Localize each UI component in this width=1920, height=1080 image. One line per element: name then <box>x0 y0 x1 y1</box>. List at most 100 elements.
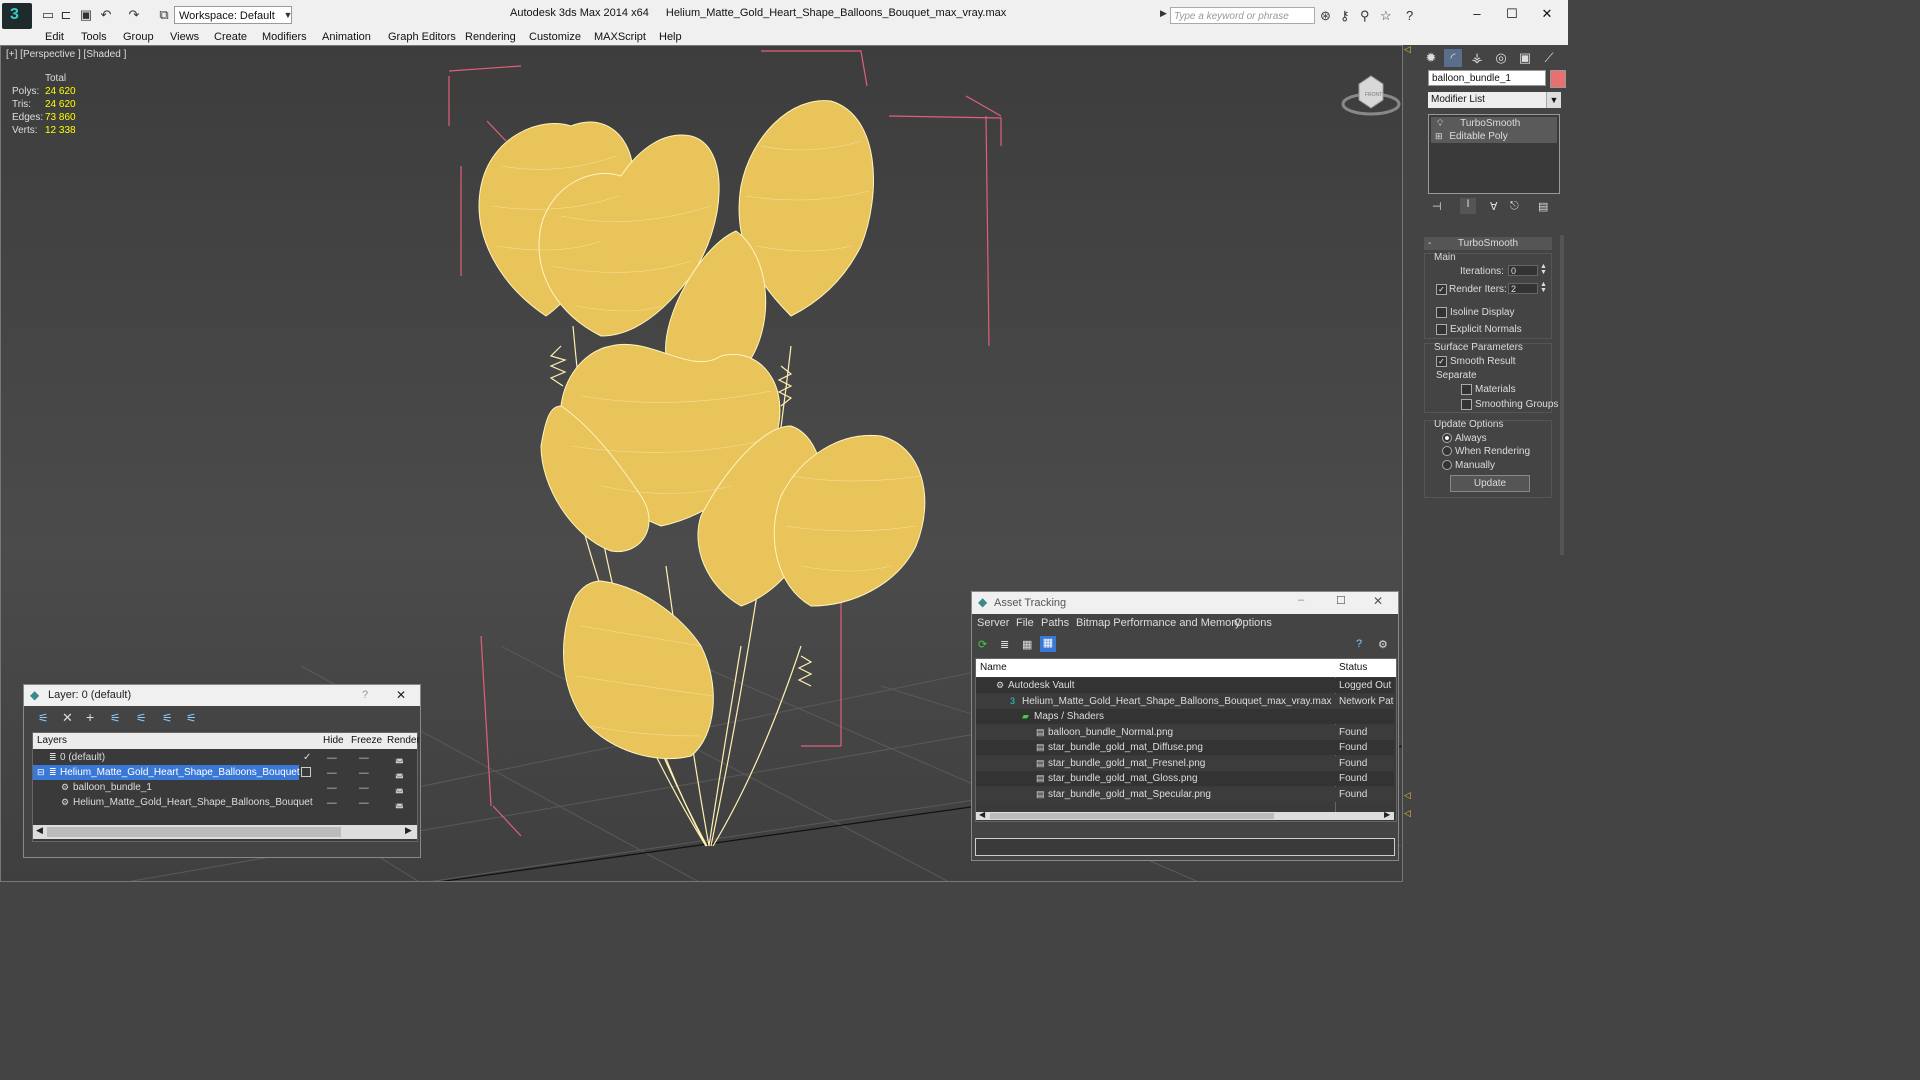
make-unique-icon[interactable]: ∀ <box>1490 200 1498 213</box>
help-icon[interactable]: ? <box>1406 8 1413 23</box>
viewport-label[interactable]: [+] [Perspective ] [Shaded ] <box>6 49 126 60</box>
menu-options[interactable]: Options <box>1234 617 1272 629</box>
hierarchy-tab-icon[interactable]: ⚶ <box>1468 49 1486 67</box>
spinner-arrows-icon[interactable]: ▲ ▼ <box>1540 263 1547 276</box>
isoline-display-checkbox[interactable] <box>1436 307 1447 318</box>
render-teapot-icon[interactable]: ◛ ◛ ◛ ◛ <box>395 751 404 811</box>
configure-sets-icon[interactable]: ▤ <box>1538 200 1548 213</box>
menu-file[interactable]: File <box>1016 617 1034 629</box>
layer-dialog-titlebar[interactable]: ◆ Layer: 0 (default) ? ✕ <box>24 685 420 706</box>
details-view-icon[interactable]: ▦ <box>1022 638 1032 651</box>
save-file-icon[interactable]: ▣ <box>78 7 94 23</box>
hide-toggles[interactable]: ━━ ━━ ━━ ━━ <box>327 751 337 811</box>
show-end-result-icon[interactable]: I <box>1460 198 1476 214</box>
add-to-layer-icon[interactable]: + <box>86 709 94 725</box>
asset-row[interactable]: ▤ star_bundle_gold_mat_Diffuse.png Found <box>976 740 1394 755</box>
freeze-all-icon[interactable]: ⚟ <box>186 711 197 725</box>
menu-help[interactable]: Help <box>659 30 682 44</box>
menu-animation[interactable]: Animation <box>322 30 371 44</box>
menu-modifiers[interactable]: Modifiers <box>262 30 307 44</box>
expand-plus-icon[interactable]: ⊞ <box>1435 131 1443 141</box>
close-button[interactable]: ✕ <box>1530 4 1564 24</box>
asset-row[interactable]: ▤ star_bundle_gold_mat_Specular.png Foun… <box>976 787 1394 802</box>
layer-row[interactable]: ⊟ ≣ Helium_Matte_Gold_Heart_Shape_Balloo… <box>33 765 300 780</box>
scroll-right-icon[interactable]: ▶ <box>405 825 412 836</box>
menu-rendering[interactable]: Rendering <box>465 30 516 44</box>
turbosmooth-rollout-header[interactable]: - TurboSmooth <box>1424 237 1552 250</box>
collapse-icon[interactable]: - <box>1428 237 1431 250</box>
open-file-icon[interactable]: ⊏ <box>58 7 74 23</box>
help-button[interactable]: ? <box>362 689 368 701</box>
update-button[interactable]: Update <box>1450 475 1530 492</box>
panel-scrollbar[interactable] <box>1560 235 1564 555</box>
user-icon[interactable]: ⚲ <box>1360 8 1370 24</box>
always-radio[interactable] <box>1442 433 1452 443</box>
settings-icon[interactable]: ⚙ <box>1378 638 1388 651</box>
select-objects-icon[interactable]: ⚟ <box>110 711 121 725</box>
menu-views[interactable]: Views <box>170 30 199 44</box>
asset-path-field[interactable] <box>975 838 1395 856</box>
stack-item-editable-poly[interactable]: ⊞ Editable Poly <box>1431 130 1557 143</box>
lightbulb-icon[interactable]: 💡︎ <box>1437 118 1443 128</box>
chevron-down-icon[interactable]: ▼ <box>1546 92 1561 108</box>
menu-edit[interactable]: Edit <box>45 30 64 44</box>
asset-row[interactable]: ▤ star_bundle_gold_mat_Gloss.png Found <box>976 771 1394 786</box>
modify-tab-icon[interactable]: ◜ <box>1444 49 1462 67</box>
render-iters-checkbox[interactable]: ✓ <box>1436 284 1447 295</box>
smooth-result-checkbox[interactable]: ✓ <box>1436 356 1447 367</box>
delete-layer-icon[interactable]: ✕ <box>62 710 73 726</box>
remove-modifier-icon[interactable]: ⎋ <box>1510 200 1519 213</box>
binoculars-icon[interactable]: ⊛ <box>1320 8 1331 24</box>
highlight-layer-icon[interactable]: ⚟ <box>136 711 147 725</box>
scroll-left-icon[interactable]: ◀ <box>36 825 43 836</box>
key-icon[interactable]: ⚷ <box>1340 8 1350 24</box>
minimize-button[interactable]: – <box>1298 594 1304 606</box>
menu-group[interactable]: Group <box>123 30 154 44</box>
scroll-left-icon[interactable]: ◀ <box>979 810 985 819</box>
menu-server[interactable]: Server <box>977 617 1009 629</box>
maximize-button[interactable]: ☐ <box>1495 4 1529 24</box>
layer-row[interactable]: ⚙ Helium_Matte_Gold_Heart_Shape_Balloons… <box>33 795 313 810</box>
refresh-icon[interactable]: ⟳ <box>978 638 987 651</box>
spinner-arrows-icon[interactable]: ▲ ▼ <box>1540 281 1547 294</box>
manually-radio[interactable] <box>1442 460 1452 470</box>
layer-row[interactable]: ≣ 0 (default) ✓ <box>33 750 311 765</box>
scrollbar-thumb[interactable] <box>47 827 341 837</box>
search-input[interactable]: Type a keyword or phrase <box>1170 7 1315 24</box>
asset-row[interactable]: ⚙ Autodesk Vault Logged Out <box>976 678 1394 693</box>
stack-item-turbosmooth[interactable]: 💡︎ TurboSmooth <box>1431 117 1557 130</box>
menu-graph-editors[interactable]: Graph Editors <box>388 30 456 44</box>
favorite-star-icon[interactable]: ☆ <box>1380 8 1392 24</box>
iterations-input[interactable]: 0 <box>1508 265 1538 276</box>
col-status[interactable]: Status <box>1339 659 1367 677</box>
new-file-icon[interactable]: ▭ <box>40 7 56 23</box>
menu-bitmap-performance[interactable]: Bitmap Performance and Memory <box>1076 617 1240 629</box>
smoothing-groups-checkbox[interactable] <box>1461 399 1472 410</box>
hide-all-icon[interactable]: ⚟ <box>162 711 173 725</box>
redo-icon[interactable]: ↷ <box>126 7 142 23</box>
menu-create[interactable]: Create <box>214 30 247 44</box>
layer-row[interactable]: ⚙ balloon_bundle_1 <box>33 780 299 795</box>
col-freeze[interactable]: Freeze <box>351 733 382 749</box>
horizontal-scrollbar[interactable]: ◀ ▶ <box>33 825 417 839</box>
explicit-normals-checkbox[interactable] <box>1436 324 1447 335</box>
freeze-toggles[interactable]: ━━ ━━ ━━ ━━ <box>359 751 369 811</box>
close-button[interactable]: ✕ <box>1373 594 1383 608</box>
modifier-list-dropdown[interactable]: Modifier List <box>1428 92 1560 108</box>
undo-icon[interactable]: ↶ <box>98 7 114 23</box>
menu-customize[interactable]: Customize <box>529 30 581 44</box>
col-hide[interactable]: Hide <box>323 733 344 749</box>
chevron-right-icon[interactable]: ▶ <box>1160 8 1167 19</box>
table-view-icon[interactable]: ▦ <box>1040 636 1056 652</box>
app-logo-button[interactable]: 3 <box>2 3 32 29</box>
utilities-tab-icon[interactable]: ⟋ <box>1540 49 1558 67</box>
help-icon[interactable]: ? <box>1356 638 1362 650</box>
asset-row[interactable]: ▤ star_bundle_gold_mat_Fresnel.png Found <box>976 756 1394 771</box>
menu-tools[interactable]: Tools <box>81 30 107 44</box>
project-folder-icon[interactable]: ⧉ <box>156 7 172 23</box>
menu-maxscript[interactable]: MAXScript <box>594 30 646 44</box>
scrollbar-thumb[interactable] <box>990 813 1274 819</box>
render-iters-input[interactable]: 2 <box>1508 283 1538 294</box>
viewcube[interactable]: FRONT <box>1341 74 1401 118</box>
chevron-down-icon[interactable]: ▼ <box>280 7 296 23</box>
